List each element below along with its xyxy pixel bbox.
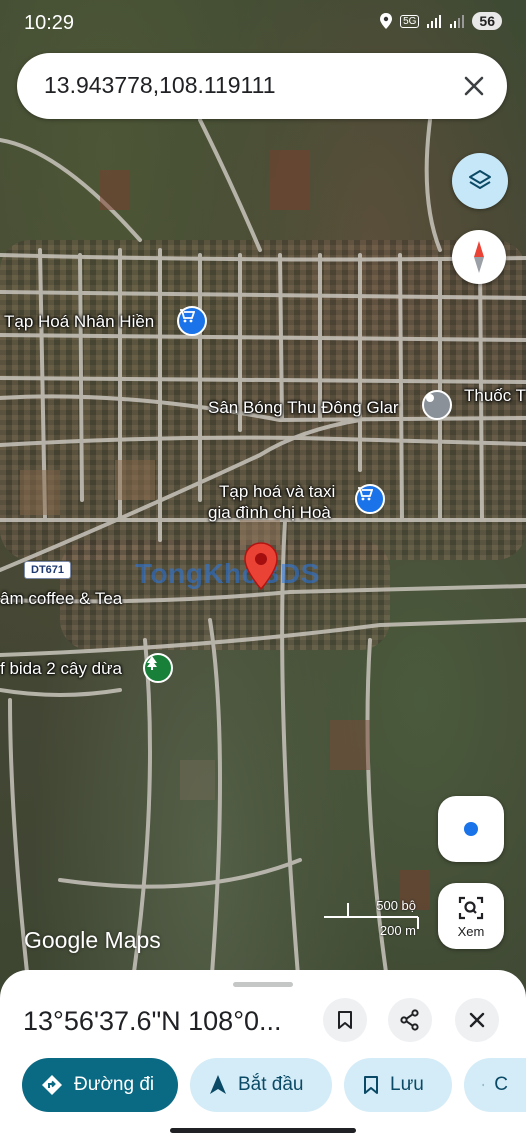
start-button[interactable]: Bắt đầu (190, 1058, 332, 1112)
watermark: TongKhoBDS (135, 558, 320, 589)
scale-imperial: 500 bộ (376, 898, 416, 913)
share-icon (400, 1009, 419, 1031)
network-label: 5G (400, 14, 420, 28)
start-label: Bắt đầu (238, 1074, 304, 1095)
shop-pin-icon[interactable] (355, 484, 385, 514)
poi-label-bida[interactable]: f bida 2 cây dừa (0, 659, 122, 679)
shop-pin-icon[interactable] (177, 306, 207, 336)
map-scale: 500 bộ 200 m (322, 897, 422, 943)
lens-label: Xem (457, 924, 485, 939)
location-status-icon (380, 13, 393, 29)
close-icon[interactable] (459, 71, 489, 101)
search-input[interactable]: 13.943778,108.119111 (44, 72, 276, 99)
share-label: C (494, 1074, 508, 1095)
bookmark-icon (338, 1011, 352, 1029)
coordinates-title: 13°56'37.6"N 108°0... (23, 1006, 282, 1036)
drag-handle[interactable] (233, 982, 293, 987)
save-button[interactable] (323, 998, 367, 1042)
status-bar: 10:29 5G 56 (0, 0, 526, 48)
compass-icon (474, 241, 484, 273)
bottom-sheet[interactable]: 13°56'37.6"N 108°0... Đường đi Bắt đầu L… (0, 970, 526, 1140)
bookmark-icon (364, 1076, 378, 1094)
poi-label-stadium[interactable]: Sân Bóng Thu Đông Glar (208, 398, 399, 418)
close-sheet-button[interactable] (455, 998, 499, 1042)
poi-label-shop1[interactable]: Tạp Hoá Nhân Hiền (4, 312, 154, 332)
close-icon (469, 1012, 485, 1028)
share-icon (482, 1083, 485, 1087)
my-location-button[interactable] (438, 796, 504, 862)
directions-button[interactable]: Đường đi (22, 1058, 178, 1112)
lens-button[interactable]: Xem (438, 883, 504, 949)
compass-button[interactable] (452, 230, 506, 284)
save-chip[interactable]: Lưu (344, 1058, 452, 1112)
save-label: Lưu (390, 1074, 424, 1095)
poi-label-shop2-line1[interactable]: Tạp hoá và taxi (219, 482, 335, 502)
tree-pin-icon[interactable] (143, 653, 173, 683)
poi-label-coffee[interactable]: âm coffee & Tea (0, 589, 122, 609)
route-badge: DT671 (24, 561, 72, 579)
my-location-icon (464, 822, 478, 836)
navigation-arrow-icon (210, 1075, 226, 1094)
google-maps-logo: Google Maps (24, 927, 161, 953)
signal-icon (427, 15, 442, 28)
layers-button[interactable] (452, 153, 508, 209)
poi-label-shop2-line2[interactable]: gia đình chị Hoà (208, 503, 331, 523)
layers-icon (469, 170, 491, 189)
status-icons: 5G 56 (379, 12, 502, 30)
battery-indicator: 56 (472, 12, 502, 30)
scale-metric: 200 m (379, 923, 416, 938)
share-chip[interactable]: C (464, 1058, 526, 1112)
place-pin-icon[interactable] (422, 390, 452, 420)
poi-label-edge[interactable]: Thuốc T (464, 386, 526, 406)
signal-icon-2 (450, 15, 465, 28)
status-time: 10:29 (24, 12, 75, 34)
search-box[interactable]: 13.943778,108.119111 (17, 53, 507, 119)
directions-label: Đường đi (74, 1074, 155, 1095)
share-button[interactable] (388, 998, 432, 1042)
directions-icon (42, 1075, 62, 1095)
camera-search-icon (458, 896, 484, 920)
gesture-nav-bar[interactable] (170, 1128, 356, 1133)
